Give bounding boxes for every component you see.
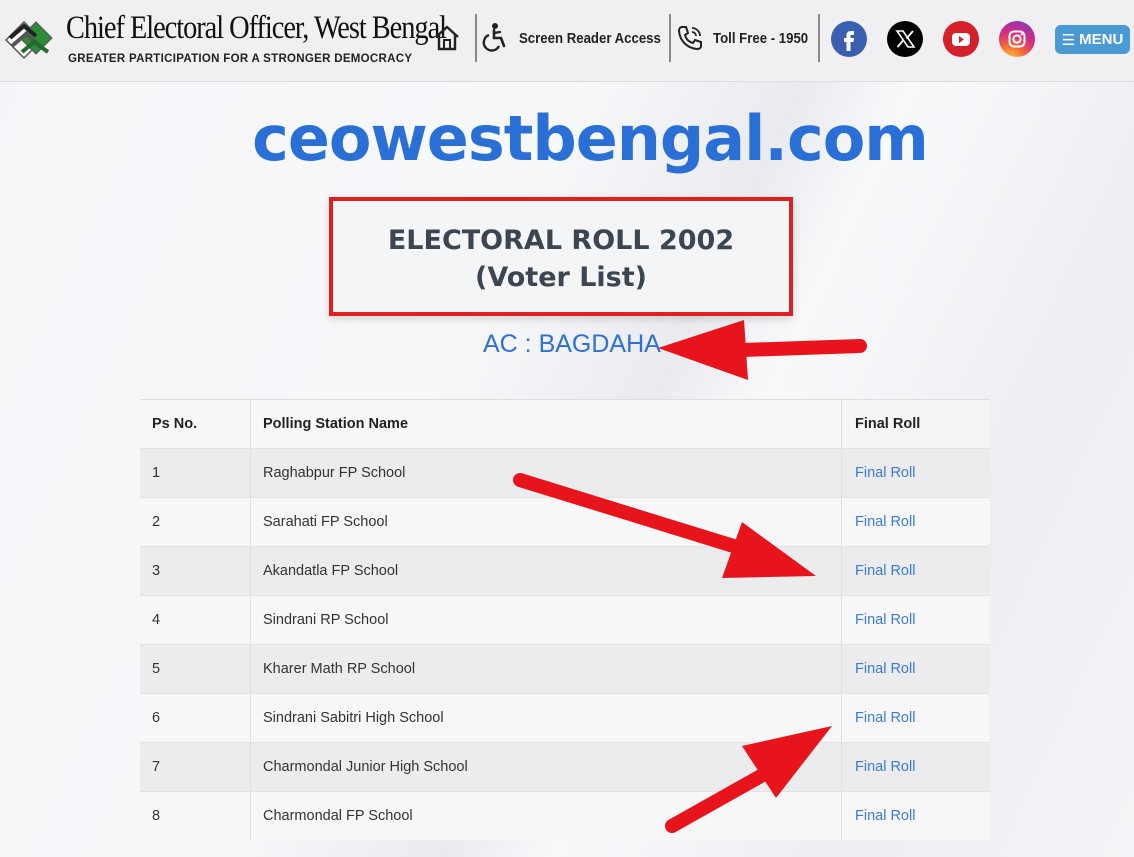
- divider: [475, 14, 477, 62]
- station-name: Akandatla FP School: [251, 547, 842, 595]
- station-name: Charmondal FP School: [251, 792, 842, 840]
- table-row: 2 Sarahati FP School Final Roll: [140, 497, 990, 546]
- station-name: Sarahati FP School: [251, 498, 842, 546]
- final-roll-link[interactable]: Final Roll: [842, 547, 990, 595]
- final-roll-link[interactable]: Final Roll: [842, 645, 990, 693]
- x-icon[interactable]: [887, 21, 923, 57]
- page-subtitle: (Voter List): [474, 262, 648, 293]
- hamburger-icon: ☰: [1061, 31, 1076, 49]
- facebook-icon[interactable]: [831, 21, 867, 57]
- screen-reader-link[interactable]: Screen Reader Access: [519, 30, 661, 47]
- final-roll-link[interactable]: Final Roll: [842, 449, 990, 497]
- table-header: Ps No. Polling Station Name Final Roll: [140, 399, 990, 448]
- table-row: 7 Charmondal Junior High School Final Ro…: [140, 742, 990, 791]
- page-title: ELECTORAL ROLL 2002: [387, 225, 735, 256]
- youtube-icon[interactable]: [943, 21, 979, 57]
- station-name: Sindrani Sabitri High School: [251, 694, 842, 742]
- brand-title[interactable]: Chief Electoral Officer, West Bengal: [66, 10, 447, 47]
- ps-no: 4: [140, 596, 251, 644]
- assembly-constituency-label: AC : BAGDAHA: [483, 330, 661, 358]
- ps-no: 7: [140, 743, 251, 791]
- table-row: 3 Akandatla FP School Final Roll: [140, 546, 990, 595]
- header-ps-no: Ps No.: [140, 400, 251, 448]
- toll-free-link[interactable]: Toll Free - 1950: [713, 30, 808, 47]
- phone-icon[interactable]: [676, 24, 704, 52]
- final-roll-link[interactable]: Final Roll: [842, 743, 990, 791]
- station-name: Kharer Math RP School: [251, 645, 842, 693]
- final-roll-link[interactable]: Final Roll: [842, 498, 990, 546]
- site-name-watermark: ceowestbengal.com: [252, 102, 929, 175]
- ps-no: 2: [140, 498, 251, 546]
- accessibility-icon[interactable]: [481, 22, 511, 52]
- station-name: Charmondal Junior High School: [251, 743, 842, 791]
- menu-button[interactable]: ☰ MENU: [1055, 25, 1130, 54]
- station-name: Raghabpur FP School: [251, 449, 842, 497]
- final-roll-link[interactable]: Final Roll: [842, 596, 990, 644]
- ps-no: 1: [140, 449, 251, 497]
- station-name: Sindrani RP School: [251, 596, 842, 644]
- final-roll-link[interactable]: Final Roll: [842, 792, 990, 840]
- instagram-icon[interactable]: [999, 21, 1035, 57]
- site-header: Chief Electoral Officer, West Bengal GRE…: [0, 0, 1134, 82]
- arrow-to-ac-label: [658, 320, 867, 380]
- header-final-roll: Final Roll: [842, 400, 990, 448]
- header-station-name: Polling Station Name: [251, 400, 842, 448]
- menu-label: MENU: [1079, 31, 1124, 48]
- table-row: 8 Charmondal FP School Final Roll: [140, 791, 990, 840]
- home-icon[interactable]: [433, 24, 461, 52]
- final-roll-link[interactable]: Final Roll: [842, 694, 990, 742]
- table-row: 4 Sindrani RP School Final Roll: [140, 595, 990, 644]
- brand-tagline: GREATER PARTICIPATION FOR A STRONGER DEM…: [68, 53, 413, 65]
- ps-no: 6: [140, 694, 251, 742]
- ps-no: 8: [140, 792, 251, 840]
- ps-no: 3: [140, 547, 251, 595]
- divider: [669, 14, 671, 62]
- table-row: 6 Sindrani Sabitri High School Final Rol…: [140, 693, 990, 742]
- page-title-box: ELECTORAL ROLL 2002 (Voter List): [329, 197, 793, 316]
- table-row: 1 Raghabpur FP School Final Roll: [140, 448, 990, 497]
- ps-no: 5: [140, 645, 251, 693]
- table-row: 5 Kharer Math RP School Final Roll: [140, 644, 990, 693]
- divider: [818, 14, 820, 62]
- polling-station-table: Ps No. Polling Station Name Final Roll 1…: [140, 399, 990, 840]
- eci-logo-icon[interactable]: [2, 12, 60, 62]
